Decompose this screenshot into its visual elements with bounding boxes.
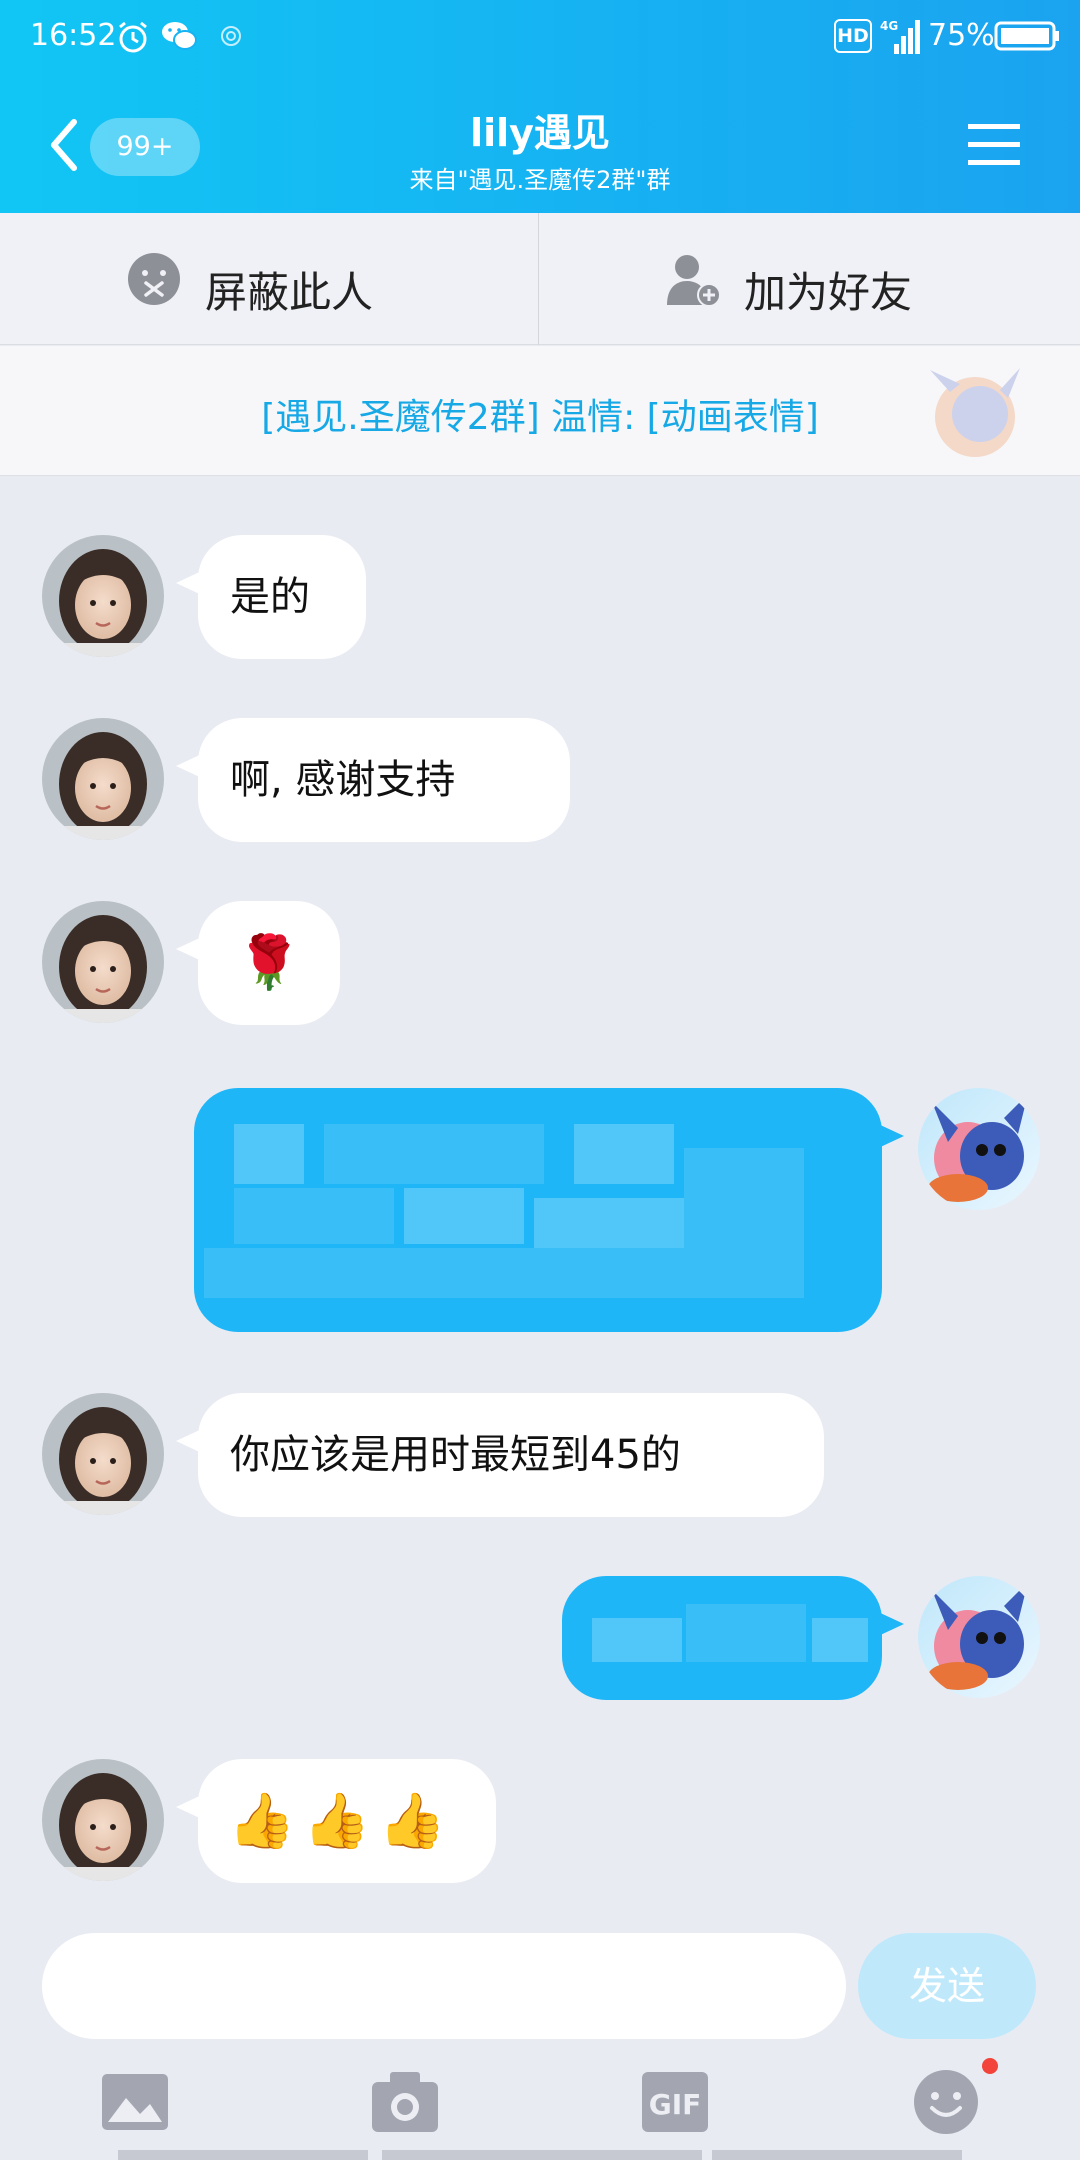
alarm-icon xyxy=(119,21,147,53)
menu-icon[interactable] xyxy=(968,122,1020,168)
pixel-block xyxy=(592,1618,682,1662)
bottom-indicator xyxy=(118,2150,368,2160)
gif-icon[interactable]: GIF xyxy=(640,2068,710,2136)
notification-icon xyxy=(221,26,241,46)
block-user-button[interactable]: 屏蔽此人 xyxy=(0,213,538,345)
contact-avatar[interactable] xyxy=(42,1759,164,1881)
add-friend-label: 加为好友 xyxy=(744,268,913,317)
pixel-block xyxy=(686,1604,806,1662)
pixel-block xyxy=(324,1124,544,1184)
send-button[interactable]: 发送 xyxy=(858,1933,1036,2039)
emoji-icon[interactable] xyxy=(912,2068,980,2136)
hd-badge: HD xyxy=(834,19,872,53)
camera-icon[interactable] xyxy=(370,2068,440,2136)
contact-avatar[interactable] xyxy=(42,718,164,840)
pixel-block xyxy=(534,1198,684,1248)
gif-label: GIF xyxy=(649,2088,702,2121)
sticker-thumbnail-icon xyxy=(930,368,1020,457)
contact-avatar[interactable] xyxy=(42,535,164,657)
message-bubble-incoming[interactable]: 是的 xyxy=(176,535,366,659)
battery-percent: 75% xyxy=(928,18,995,53)
banner-text: [遇见.圣魔传2群] 温情: [动画表情] xyxy=(261,397,819,438)
pixel-block xyxy=(812,1618,868,1662)
self-avatar[interactable] xyxy=(918,1088,1040,1210)
signal-icon: 4G xyxy=(880,19,920,54)
network-type: 4G xyxy=(880,19,898,33)
contact-avatar[interactable] xyxy=(42,901,164,1023)
message-bubble-incoming[interactable]: 👍👍👍 xyxy=(176,1759,496,1883)
self-avatar[interactable] xyxy=(918,1576,1040,1698)
message-bubble-incoming[interactable]: 🌹 xyxy=(176,901,340,1025)
notification-dot xyxy=(982,2058,998,2074)
action-row: 屏蔽此人 加为好友 xyxy=(0,213,1080,345)
message-bubble-incoming[interactable]: 啊, 感谢支持 xyxy=(176,718,570,842)
block-user-label: 屏蔽此人 xyxy=(205,268,374,317)
image-icon[interactable] xyxy=(100,2068,170,2136)
wechat-icon xyxy=(162,22,197,50)
battery-icon xyxy=(994,21,1059,51)
message-input[interactable] xyxy=(42,1933,846,2039)
chat-title: lily遇见 xyxy=(470,111,610,155)
bottom-indicator xyxy=(382,2150,702,2160)
pixelation-overlay xyxy=(194,1088,882,1332)
pixelation-overlay xyxy=(562,1576,882,1700)
chat-subtitle: 来自"遇见.圣魔传2群"群 xyxy=(409,166,671,194)
pixel-block xyxy=(204,1248,804,1298)
block-face-icon xyxy=(128,253,180,305)
chat-header: 16:52 HD 4G 75% 99+ lily遇见 来自"遇见.圣魔传2群"群 xyxy=(0,0,1080,213)
bottom-indicator xyxy=(712,2150,962,2160)
contact-avatar[interactable] xyxy=(42,1393,164,1515)
pixel-block xyxy=(404,1188,524,1244)
add-friend-button[interactable]: 加为好友 xyxy=(539,213,1077,345)
add-friend-icon xyxy=(667,255,721,307)
message-bubble-incoming[interactable]: 你应该是用时最短到45的 xyxy=(176,1393,824,1517)
pixel-block xyxy=(234,1124,304,1184)
pixel-block xyxy=(684,1148,804,1248)
pixel-block xyxy=(234,1188,394,1244)
pixel-block xyxy=(574,1124,674,1184)
status-time: 16:52 xyxy=(30,18,117,53)
group-message-banner[interactable]: [遇见.圣魔传2群] 温情: [动画表情] xyxy=(0,346,1080,476)
